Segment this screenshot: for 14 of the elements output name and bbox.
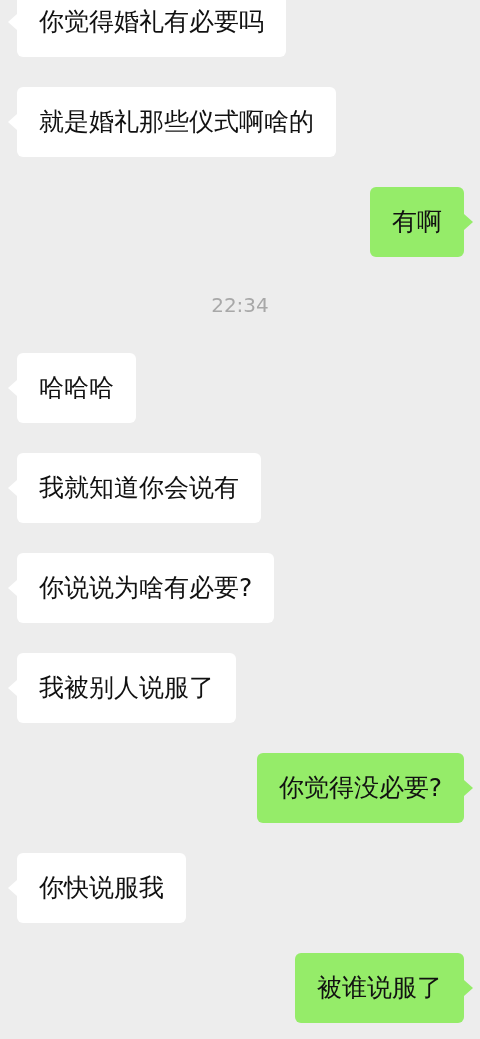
- message-bubble: 你说说为啥有必要?: [17, 553, 275, 623]
- message-bubble: 就是婚礼那些仪式啊啥的: [17, 87, 336, 157]
- message-bubble: 我就知道你会说有: [17, 453, 261, 523]
- message-bubble: 你快说服我: [17, 853, 186, 923]
- timestamp: 22:34: [211, 292, 269, 319]
- message-bubble: 有啊: [370, 187, 464, 257]
- message-bubble: 你觉得婚礼有必要吗: [17, 0, 286, 57]
- message-bubble: 我被别人说服了: [17, 653, 236, 723]
- bubble-tail-icon: [464, 780, 473, 796]
- bubble-tail-icon: [464, 980, 473, 996]
- message-bubble: 被谁说服了: [295, 953, 464, 1023]
- bubble-tail-icon: [464, 214, 473, 230]
- message-bubble: 哈哈哈: [17, 353, 136, 423]
- message-bubble: 你觉得没必要?: [256, 753, 464, 823]
